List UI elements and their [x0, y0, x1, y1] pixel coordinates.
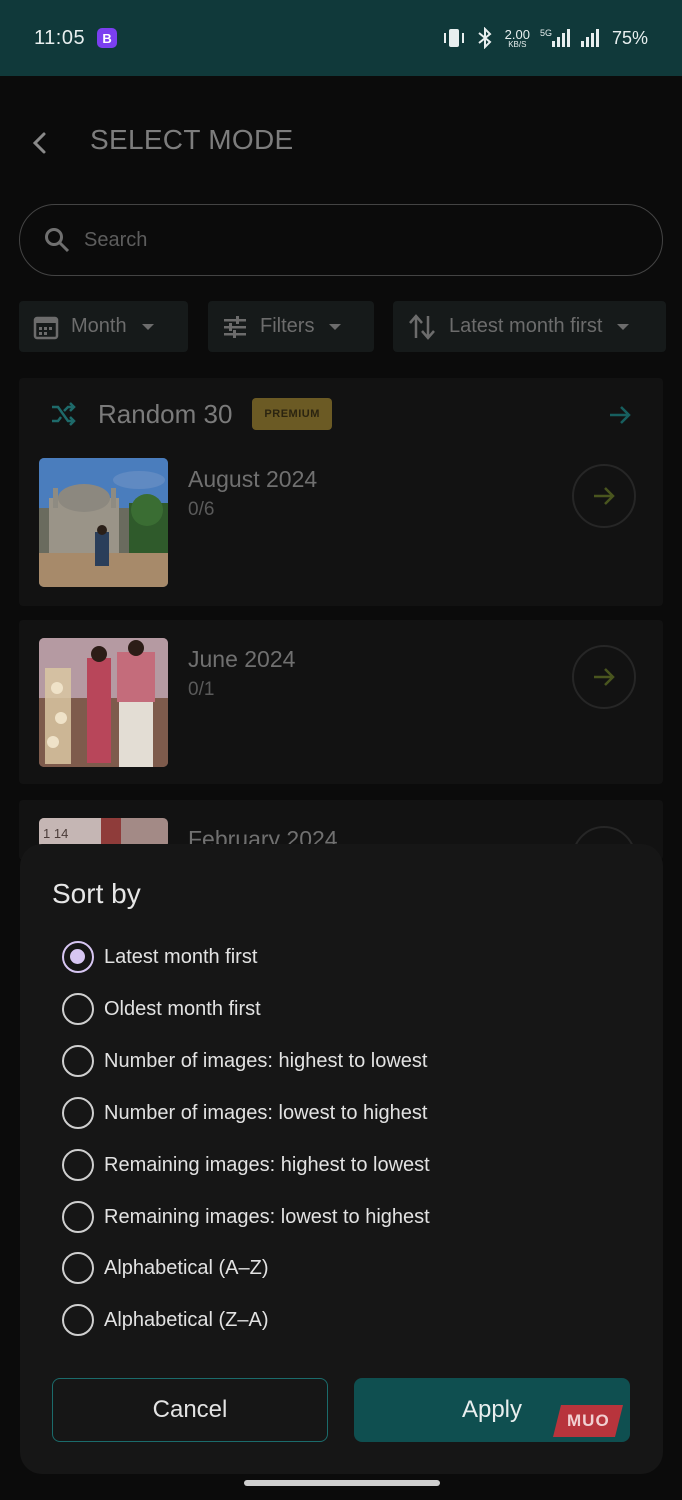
- sort-option[interactable]: Number of images: lowest to highest: [62, 1096, 428, 1130]
- radio-button[interactable]: [62, 1201, 94, 1233]
- sort-option-label: Latest month first: [104, 945, 258, 968]
- filters-label: Filters: [260, 315, 315, 337]
- dropdown-arrow-icon: [617, 323, 630, 330]
- battery-level: 75%: [611, 27, 648, 48]
- sort-option-label: Alphabetical (A–Z): [104, 1256, 269, 1279]
- filters-chip[interactable]: Filters: [208, 301, 374, 352]
- open-month-button[interactable]: [572, 645, 636, 709]
- sort-option-label: Remaining images: highest to lowest: [104, 1153, 430, 1176]
- june-thumbnail: [39, 638, 168, 767]
- random-title: Random 30: [98, 398, 233, 429]
- sort-icon: [409, 313, 435, 340]
- sort-option[interactable]: Remaining images: lowest to highest: [62, 1200, 430, 1234]
- sort-option[interactable]: Number of images: highest to lowest: [62, 1044, 428, 1078]
- sort-option[interactable]: Latest month first: [62, 940, 257, 974]
- group-by-label: Month: [71, 315, 127, 337]
- vibrate-icon: [443, 29, 464, 47]
- svg-text:1 14: 1 14: [43, 826, 68, 841]
- august-thumbnail: [39, 458, 168, 587]
- group-by-chip[interactable]: Month: [19, 301, 188, 352]
- search-input[interactable]: [84, 228, 604, 252]
- radio-button[interactable]: [62, 1149, 94, 1181]
- sort-label: Latest month first: [449, 315, 603, 337]
- watermark-text: MUO: [566, 1411, 610, 1430]
- status-bar: 11:05 B 2.00 KB/S 5G 75%: [0, 0, 682, 76]
- home-indicator[interactable]: [244, 1480, 440, 1486]
- sort-option-label: Alphabetical (Z–A): [104, 1308, 269, 1331]
- search-bar[interactable]: [19, 204, 663, 276]
- sort-option[interactable]: Remaining images: highest to lowest: [62, 1148, 430, 1182]
- radio-button[interactable]: [62, 1304, 94, 1336]
- radio-button[interactable]: [62, 941, 94, 973]
- month-count: 0/6: [188, 499, 215, 520]
- arrow-forward-icon[interactable]: [608, 404, 632, 426]
- sort-option-label: Oldest month first: [104, 997, 261, 1020]
- radio-button[interactable]: [62, 1252, 94, 1284]
- search-icon: [45, 228, 70, 253]
- arrow-forward-icon: [594, 668, 615, 686]
- premium-badge: PREMIUM: [252, 398, 332, 430]
- bluetooth-icon: [478, 27, 492, 49]
- network-speed: 2.00 KB/S: [504, 26, 530, 49]
- signal-icon: [580, 29, 599, 47]
- calendar-icon: [33, 316, 59, 339]
- radio-button[interactable]: [62, 993, 94, 1025]
- sort-chip[interactable]: Latest month first: [393, 301, 666, 352]
- sort-option-label: Number of images: highest to lowest: [104, 1049, 428, 1072]
- back-arrow-icon[interactable]: [28, 130, 52, 156]
- dropdown-arrow-icon: [141, 323, 154, 330]
- month-name: June 2024: [188, 646, 296, 672]
- sort-option[interactable]: Alphabetical (Z–A): [62, 1303, 269, 1337]
- svg-text:5G: 5G: [540, 28, 552, 38]
- month-count: 0/1: [188, 679, 215, 700]
- page-title: SELECT MODE: [90, 124, 294, 155]
- sheet-title: Sort by: [52, 878, 141, 909]
- sort-option-label: Remaining images: lowest to highest: [104, 1205, 430, 1228]
- random-row[interactable]: Random 30 PREMIUM: [50, 398, 332, 430]
- tune-icon: [224, 315, 246, 338]
- dropdown-arrow-icon: [329, 323, 342, 330]
- sort-option[interactable]: Alphabetical (A–Z): [62, 1251, 269, 1285]
- shuffle-icon: [52, 402, 76, 426]
- open-month-button[interactable]: [572, 464, 636, 528]
- watermark-logo: MUO: [553, 1405, 623, 1437]
- status-icons: 2.00 KB/S 5G 75%: [443, 27, 648, 49]
- arrow-forward-icon: [594, 487, 615, 505]
- radio-button[interactable]: [62, 1045, 94, 1077]
- sort-option[interactable]: Oldest month first: [62, 992, 261, 1026]
- radio-button[interactable]: [62, 1097, 94, 1129]
- signal-5g-icon: 5G: [540, 28, 570, 47]
- sort-option-label: Number of images: lowest to highest: [104, 1101, 428, 1124]
- month-name: August 2024: [188, 466, 318, 492]
- status-time: 11:05: [34, 26, 86, 49]
- cancel-button[interactable]: Cancel: [52, 1378, 328, 1442]
- app-notification-icon: B: [97, 28, 118, 48]
